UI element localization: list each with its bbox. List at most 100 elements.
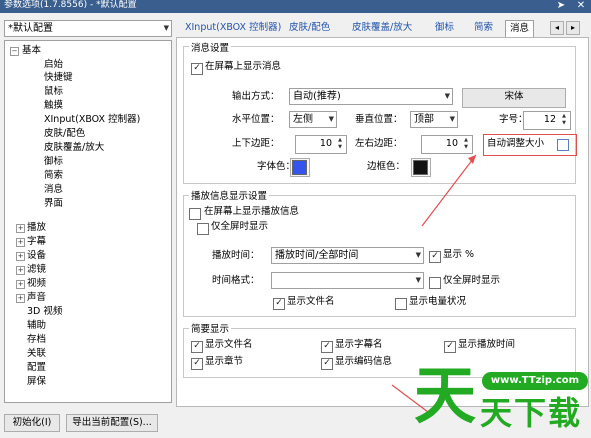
brief-checkbox[interactable]: ✓ xyxy=(321,358,333,370)
tree-item[interactable]: 视频 xyxy=(27,277,46,290)
font-size-value: 12 xyxy=(543,114,556,125)
v-pos-select[interactable]: 顶部 ▼ xyxy=(410,111,458,128)
chevron-down-icon: ▼ xyxy=(415,276,421,284)
tab-messages[interactable]: 消息 xyxy=(505,20,535,38)
tree-item[interactable]: 屏保 xyxy=(27,375,46,388)
tab-xinput[interactable]: XInput(XBOX 控制器) xyxy=(185,20,281,37)
tb-margin-spinner[interactable]: 10 ▲ ▼ xyxy=(295,135,347,154)
time-format-label: 时间格式： xyxy=(212,275,260,286)
show-filename-checkbox[interactable]: ✓ xyxy=(273,298,285,310)
border-color-button[interactable] xyxy=(411,158,431,177)
time-format-select[interactable]: ▼ xyxy=(271,272,424,289)
tree-item[interactable]: 滤镜 xyxy=(27,263,46,276)
v-pos-label: 垂直位置： xyxy=(355,114,403,125)
tab-skin-overlay[interactable]: 皮肤覆盖/放大 xyxy=(352,20,412,37)
expand-icon[interactable]: + xyxy=(16,238,25,247)
tree-item-messages[interactable]: 消息 xyxy=(44,183,63,196)
pin-icon[interactable]: ➤ xyxy=(552,0,570,13)
collapse-icon[interactable]: − xyxy=(10,47,19,56)
brief-label: 显示章节 xyxy=(205,356,244,367)
tree-item[interactable]: XInput(XBOX 控制器) xyxy=(44,113,140,126)
tree-item[interactable]: 御标 xyxy=(44,155,63,168)
font-size-spinner[interactable]: 12 ▲ ▼ xyxy=(523,111,571,130)
brief-label: 显示播放时间 xyxy=(458,339,516,350)
tb-margin-value: 10 xyxy=(319,138,332,149)
tree-item[interactable]: 设备 xyxy=(27,249,46,262)
expand-icon[interactable]: + xyxy=(16,252,25,261)
fs-time-only-checkbox[interactable] xyxy=(429,277,441,289)
play-time-value: 播放时间/全部时间 xyxy=(275,250,359,261)
tree-item[interactable]: 启始 xyxy=(44,58,63,71)
watermark: 天 www.TTzip.com 天下载 xyxy=(412,360,591,438)
tree-item[interactable]: 声音 xyxy=(27,291,46,304)
show-battery-checkbox[interactable] xyxy=(395,298,407,310)
play-time-select[interactable]: 播放时间/全部时间 ▼ xyxy=(271,247,424,264)
messages-panel: 消息设置 ✓ 在屏幕上显示消息 输出方式： 自动(推荐) ▼ 宋体 水平位置： … xyxy=(176,37,589,407)
msg-settings-title: 消息设置 xyxy=(189,40,232,54)
show-percent-checkbox[interactable]: ✓ xyxy=(429,251,441,263)
settings-tree: − 基本 启始 快捷键 鼠标 触摸 XInput(XBOX 控制器) 皮肤/配色… xyxy=(4,40,172,403)
tab-prev-button[interactable]: ◂ xyxy=(550,21,564,35)
tree-item[interactable]: 辅助 xyxy=(27,319,46,332)
lr-margin-label: 左右边距： xyxy=(355,138,403,149)
brief-checkbox[interactable]: ✓ xyxy=(444,341,456,353)
show-play-info-label: 在屏幕上显示播放信息 xyxy=(204,206,300,217)
tab-cursor[interactable]: 御标 xyxy=(435,20,454,37)
output-mode-select[interactable]: 自动(推荐) ▼ xyxy=(289,88,453,105)
lr-margin-spinner[interactable]: 10 ▲ ▼ xyxy=(421,135,473,154)
tree-item[interactable]: 快捷键 xyxy=(44,71,73,84)
tree-item[interactable]: 字幕 xyxy=(27,235,46,248)
tree-item-basic[interactable]: 基本 xyxy=(22,44,41,57)
expand-icon[interactable]: + xyxy=(16,224,25,233)
chevron-down-icon: ▼ xyxy=(449,115,455,123)
profile-select[interactable]: *默认配置 ▼ xyxy=(4,20,172,37)
tree-item[interactable]: 配置 xyxy=(27,361,46,374)
brief-checkbox[interactable]: ✓ xyxy=(191,341,203,353)
tree-item[interactable]: 简索 xyxy=(44,169,63,182)
spin-arrows-icon[interactable]: ▲ ▼ xyxy=(335,137,345,151)
chevron-down-icon: ▼ xyxy=(328,115,334,123)
lr-margin-value: 10 xyxy=(445,138,458,149)
spin-arrows-icon[interactable]: ▲ ▼ xyxy=(559,113,569,127)
auto-size-checkbox[interactable] xyxy=(557,139,569,151)
tree-item[interactable]: 皮肤覆盖/放大 xyxy=(44,141,104,154)
brief-label: 显示字幕名 xyxy=(335,339,383,350)
expand-icon[interactable]: + xyxy=(16,266,25,275)
brief-label: 显示编码信息 xyxy=(335,356,393,367)
h-pos-value: 左侧 xyxy=(293,114,313,125)
h-pos-label: 水平位置： xyxy=(232,114,280,125)
show-play-info-checkbox[interactable] xyxy=(189,208,201,220)
tab-skin[interactable]: 皮肤/配色 xyxy=(289,20,330,37)
h-pos-select[interactable]: 左侧 ▼ xyxy=(289,111,337,128)
brief-checkbox[interactable]: ✓ xyxy=(191,358,203,370)
tree-item[interactable]: 界面 xyxy=(44,197,63,210)
tree-item[interactable]: 3D 视频 xyxy=(27,305,62,318)
tb-margin-label: 上下边距： xyxy=(232,138,280,149)
tree-item[interactable]: 存档 xyxy=(27,333,46,346)
tab-strip: XInput(XBOX 控制器) 皮肤/配色 皮肤覆盖/放大 御标 简索 消息 xyxy=(177,20,570,38)
tab-next-button[interactable]: ▸ xyxy=(566,21,580,35)
tree-item[interactable]: 播放 xyxy=(27,221,46,234)
init-button[interactable]: 初始化(I) xyxy=(4,414,60,432)
chevron-down-icon: ▼ xyxy=(415,251,421,259)
expand-icon[interactable]: + xyxy=(16,294,25,303)
window-title: 参数选项(1.7.8556) - *默认配置 xyxy=(0,0,591,13)
tree-item[interactable]: 皮肤/配色 xyxy=(44,127,85,140)
brief-label: 显示文件名 xyxy=(205,339,253,350)
brief-checkbox[interactable]: ✓ xyxy=(321,341,333,353)
show-msg-checkbox[interactable]: ✓ xyxy=(191,63,203,75)
export-config-button[interactable]: 导出当前配置(S)... xyxy=(66,414,158,432)
tree-item[interactable]: 触摸 xyxy=(44,99,63,112)
font-color-swatch xyxy=(292,160,307,175)
close-icon[interactable]: ✕ xyxy=(572,0,590,13)
tree-item[interactable]: 关联 xyxy=(27,347,46,360)
border-color-label: 边框色： xyxy=(367,161,406,172)
expand-icon[interactable]: + xyxy=(16,280,25,289)
font-button[interactable]: 宋体 xyxy=(462,88,566,108)
font-color-button[interactable] xyxy=(290,158,310,177)
fullscreen-only-label: 仅全屏时显示 xyxy=(211,221,269,232)
spin-arrows-icon[interactable]: ▲ ▼ xyxy=(461,137,471,151)
tree-item[interactable]: 鼠标 xyxy=(44,85,63,98)
fullscreen-only-checkbox[interactable] xyxy=(197,223,209,235)
tab-search[interactable]: 简索 xyxy=(474,20,493,37)
